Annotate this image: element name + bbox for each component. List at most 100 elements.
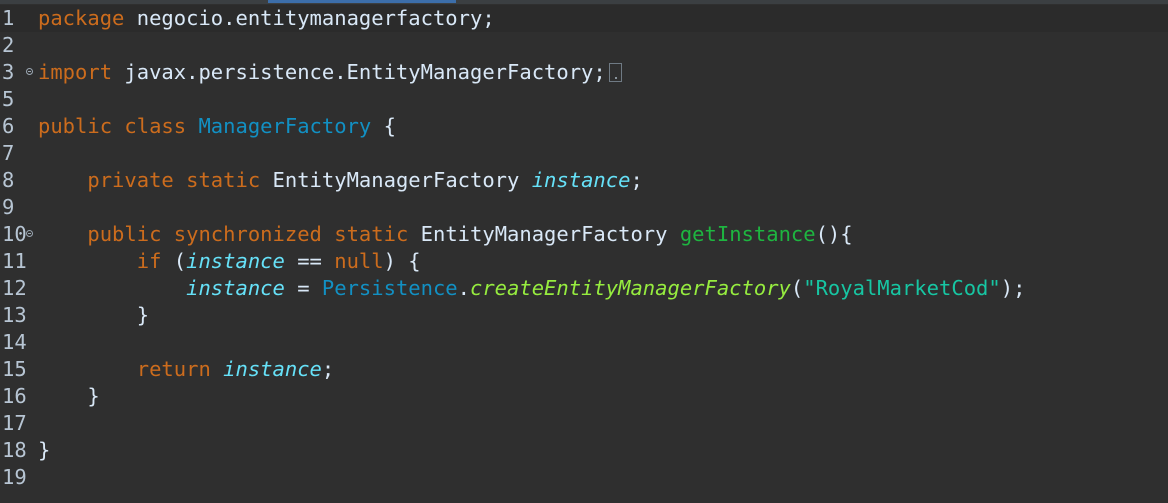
code-line[interactable]: 8 private static EntityManagerFactory in… <box>0 167 1168 194</box>
code-token-plain: EntityManagerFactory <box>408 222 680 246</box>
code-token-kw: public <box>87 222 162 246</box>
code-token-plain: ) { <box>383 249 421 273</box>
code-token-kw: class <box>124 114 187 138</box>
line-number: 18 <box>2 438 27 462</box>
code-text: private static EntityManagerFactory inst… <box>38 167 643 194</box>
code-line[interactable]: 17 <box>0 410 1168 437</box>
code-line[interactable]: 15 return instance; <box>0 356 1168 383</box>
code-line[interactable]: 10 public synchronized static EntityMana… <box>0 221 1168 248</box>
code-token-kw: synchronized <box>173 222 322 246</box>
code-token-plain: javax.persistence.EntityManagerFactory; <box>112 60 606 84</box>
code-token-kw: static <box>334 222 409 246</box>
code-editor[interactable]: 1 package negocio.entitymanagerfactory; 2 3… <box>0 0 1168 503</box>
code-token-str: "RoyalMarketCod" <box>803 276 1001 300</box>
code-line[interactable]: 13 } <box>0 302 1168 329</box>
code-text: public synchronized static EntityManager… <box>38 221 853 248</box>
code-text: public class ManagerFactory { <box>38 113 396 140</box>
code-line[interactable]: 18} <box>0 437 1168 464</box>
code-token-plain: } <box>38 303 150 327</box>
code-text: instance = Persistence.createEntityManag… <box>38 275 1025 302</box>
line-number: 12 <box>2 276 27 300</box>
active-tab-indicator <box>268 0 456 3</box>
code-token-kw: package <box>38 6 125 30</box>
code-text: } <box>38 437 50 464</box>
fold-toggle-icon[interactable] <box>26 68 33 75</box>
line-number: 9 <box>2 195 15 219</box>
line-number: 6 <box>2 114 15 138</box>
code-text: } <box>38 383 100 410</box>
code-token-plain: ( <box>790 276 804 300</box>
code-line[interactable]: 16 } <box>0 383 1168 410</box>
code-token-field: instance <box>186 276 285 300</box>
code-text: } <box>38 302 149 329</box>
code-token-plain: EntityManagerFactory <box>260 168 532 192</box>
code-token-field: instance <box>186 249 285 273</box>
code-token-type: Persistence <box>321 276 458 300</box>
code-token-plain: . <box>457 276 470 300</box>
code-line[interactable]: 2 <box>0 32 1168 59</box>
code-line[interactable]: 6 public class ManagerFactory { <box>0 113 1168 140</box>
code-text: package negocio.entitymanagerfactory; <box>38 5 495 32</box>
code-token-plain: == <box>284 249 335 273</box>
code-token-plain: ( <box>161 249 187 273</box>
line-number: 7 <box>2 141 15 165</box>
code-token-plain: } <box>38 438 51 462</box>
line-number: 16 <box>2 384 27 408</box>
line-number: 13 <box>2 303 27 327</box>
code-token-field: instance <box>223 357 322 381</box>
code-token-plain: negocio.entitymanagerfactory; <box>124 6 495 30</box>
code-text: import javax.persistence.EntityManagerFa… <box>38 59 622 86</box>
code-token-kw: null <box>334 249 384 273</box>
code-line[interactable]: 11 if (instance == null) { <box>0 248 1168 275</box>
code-token-kw: private <box>87 168 174 192</box>
code-text: return instance; <box>38 356 335 383</box>
code-text: if (instance == null) { <box>38 248 421 275</box>
code-token-field: instance <box>531 168 631 192</box>
code-line[interactable]: 5 <box>0 86 1168 113</box>
code-token-kw: return <box>136 357 211 381</box>
code-token-type: ManagerFactory <box>198 114 372 138</box>
editor-top-border <box>0 0 1168 4</box>
line-number: 1 <box>2 6 15 30</box>
code-token-method: getInstance <box>679 222 816 246</box>
line-number: 11 <box>2 249 27 273</box>
code-token-plain: = <box>284 276 322 300</box>
code-line[interactable]: 9 <box>0 194 1168 221</box>
code-line[interactable]: 19 <box>0 464 1168 491</box>
code-token-kw: public <box>38 114 113 138</box>
line-number: 19 <box>2 465 27 489</box>
line-number: 14 <box>2 330 27 354</box>
code-line[interactable]: 14 <box>0 329 1168 356</box>
code-token-plain: ); <box>1000 276 1026 300</box>
code-token-kw: static <box>186 168 261 192</box>
line-number: 2 <box>2 33 15 57</box>
code-token-plain: } <box>38 384 100 408</box>
code-token-kw: if <box>136 249 162 273</box>
line-number: 8 <box>2 168 15 192</box>
code-line[interactable]: 12 instance = Persistence.createEntityMa… <box>0 275 1168 302</box>
fold-toggle-icon[interactable] <box>26 230 33 237</box>
code-line[interactable]: 1 package negocio.entitymanagerfactory; <box>0 5 1168 32</box>
code-line[interactable]: 7 <box>0 140 1168 167</box>
code-line[interactable]: 3 import javax.persistence.EntityManagerF… <box>0 59 1168 86</box>
line-number: 15 <box>2 357 27 381</box>
code-token-plain: ; <box>321 357 335 381</box>
collapsed-block-icon[interactable] <box>608 63 622 82</box>
line-number: 5 <box>2 87 15 111</box>
code-token-smethod: createEntityManagerFactory <box>470 276 791 300</box>
code-token-kw: import <box>38 60 113 84</box>
line-number: 17 <box>2 411 27 435</box>
code-token-plain: (){ <box>815 222 853 246</box>
code-token-plain: ; <box>630 168 643 192</box>
